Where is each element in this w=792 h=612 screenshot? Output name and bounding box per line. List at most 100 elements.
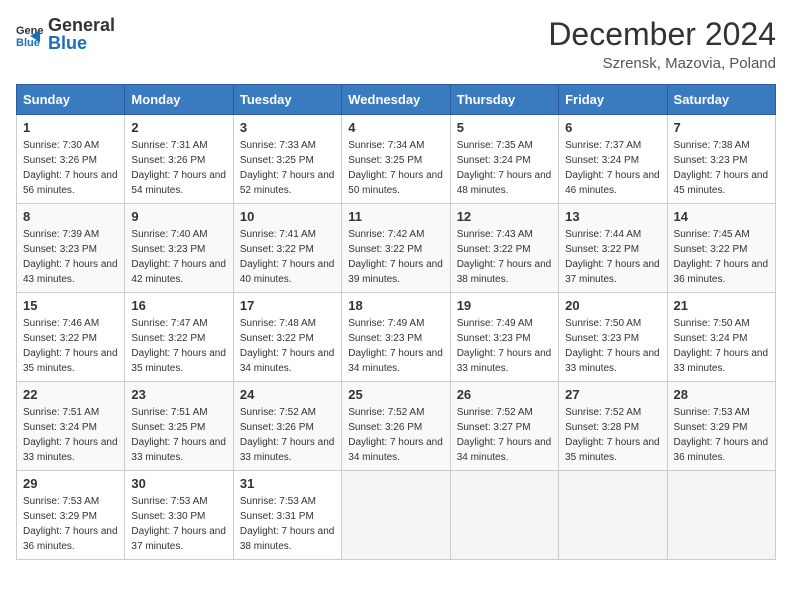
calendar-day-empty: [559, 471, 667, 560]
day-info: Sunrise: 7:44 AMSunset: 3:22 PMDaylight:…: [565, 227, 660, 287]
day-info: Sunrise: 7:53 AMSunset: 3:29 PMDaylight:…: [674, 405, 769, 465]
calendar-table: SundayMondayTuesdayWednesdayThursdayFrid…: [16, 84, 776, 560]
calendar-week-5: 29 Sunrise: 7:53 AMSunset: 3:29 PMDayligh…: [17, 471, 776, 560]
calendar-day-7: 7 Sunrise: 7:38 AMSunset: 3:23 PMDaylight…: [667, 115, 775, 204]
day-info: Sunrise: 7:37 AMSunset: 3:24 PMDaylight:…: [565, 138, 660, 198]
day-info: Sunrise: 7:49 AMSunset: 3:23 PMDaylight:…: [457, 316, 552, 376]
day-number: 26: [457, 387, 552, 402]
location: Szrensk, Mazovia, Poland: [548, 55, 776, 72]
column-header-tuesday: Tuesday: [233, 85, 341, 115]
title-section: December 2024 Szrensk, Mazovia, Poland: [548, 16, 776, 72]
column-header-saturday: Saturday: [667, 85, 775, 115]
calendar-day-30: 30Sunrise: 7:53 AMSunset: 3:30 PMDayligh…: [125, 471, 233, 560]
calendar-day-15: 15Sunrise: 7:46 AMSunset: 3:22 PMDayligh…: [17, 293, 125, 382]
day-number: 27: [565, 387, 660, 402]
day-number: 30: [131, 476, 226, 491]
calendar-week-3: 15Sunrise: 7:46 AMSunset: 3:22 PMDayligh…: [17, 293, 776, 382]
day-number: 25: [348, 387, 443, 402]
day-number: 23: [131, 387, 226, 402]
day-number: 2: [131, 120, 226, 135]
day-info: Sunrise: 7:48 AMSunset: 3:22 PMDaylight:…: [240, 316, 335, 376]
calendar-day-3: 3 Sunrise: 7:33 AMSunset: 3:25 PMDaylight…: [233, 115, 341, 204]
day-info: Sunrise: 7:31 AMSunset: 3:26 PMDaylight:…: [131, 138, 226, 198]
day-number: 19: [457, 298, 552, 313]
calendar-body: 1Sunrise: 7:30 AMSunset: 3:26 PMDaylight…: [17, 115, 776, 560]
calendar-day-21: 21Sunrise: 7:50 AMSunset: 3:24 PMDayligh…: [667, 293, 775, 382]
calendar-day-2: 2 Sunrise: 7:31 AMSunset: 3:26 PMDaylight…: [125, 115, 233, 204]
day-info: Sunrise: 7:52 AMSunset: 3:26 PMDaylight:…: [348, 405, 443, 465]
calendar-day-27: 27 Sunrise: 7:52 AMSunset: 3:28 PMDayligh…: [559, 382, 667, 471]
calendar-week-2: 8 Sunrise: 7:39 AMSunset: 3:23 PMDaylight…: [17, 204, 776, 293]
day-number: 20: [565, 298, 660, 313]
day-info: Sunrise: 7:33 AMSunset: 3:25 PMDaylight:…: [240, 138, 335, 198]
day-number: 14: [674, 209, 769, 224]
calendar-day-24: 24Sunrise: 7:52 AMSunset: 3:26 PMDayligh…: [233, 382, 341, 471]
column-header-monday: Monday: [125, 85, 233, 115]
page-header: General Blue General Blue December 2024 …: [16, 16, 776, 72]
day-number: 12: [457, 209, 552, 224]
calendar-week-1: 1Sunrise: 7:30 AMSunset: 3:26 PMDaylight…: [17, 115, 776, 204]
day-info: Sunrise: 7:51 AMSunset: 3:24 PMDaylight:…: [23, 405, 118, 465]
day-info: Sunrise: 7:52 AMSunset: 3:28 PMDaylight:…: [565, 405, 660, 465]
svg-text:Blue: Blue: [16, 37, 40, 48]
calendar-day-26: 26Sunrise: 7:52 AMSunset: 3:27 PMDayligh…: [450, 382, 558, 471]
day-info: Sunrise: 7:45 AMSunset: 3:22 PMDaylight:…: [674, 227, 769, 287]
calendar-day-14: 14 Sunrise: 7:45 AMSunset: 3:22 PMDayligh…: [667, 204, 775, 293]
calendar-day-12: 12 Sunrise: 7:43 AMSunset: 3:22 PMDayligh…: [450, 204, 558, 293]
calendar-day-empty: [342, 471, 450, 560]
calendar-day-13: 13Sunrise: 7:44 AMSunset: 3:22 PMDayligh…: [559, 204, 667, 293]
day-info: Sunrise: 7:38 AMSunset: 3:23 PMDaylight:…: [674, 138, 769, 198]
day-number: 1: [23, 120, 118, 135]
day-number: 28: [674, 387, 769, 402]
day-info: Sunrise: 7:39 AMSunset: 3:23 PMDaylight:…: [23, 227, 118, 287]
month-title: December 2024: [548, 16, 776, 53]
day-number: 4: [348, 120, 443, 135]
day-number: 3: [240, 120, 335, 135]
day-number: 18: [348, 298, 443, 313]
calendar-day-18: 18 Sunrise: 7:49 AMSunset: 3:23 PMDayligh…: [342, 293, 450, 382]
calendar-day-22: 22 Sunrise: 7:51 AMSunset: 3:24 PMDayligh…: [17, 382, 125, 471]
calendar-day-25: 25 Sunrise: 7:52 AMSunset: 3:26 PMDayligh…: [342, 382, 450, 471]
calendar-header-row: SundayMondayTuesdayWednesdayThursdayFrid…: [17, 85, 776, 115]
calendar-day-9: 9 Sunrise: 7:40 AMSunset: 3:23 PMDaylight…: [125, 204, 233, 293]
day-number: 9: [131, 209, 226, 224]
day-number: 8: [23, 209, 118, 224]
day-number: 16: [131, 298, 226, 313]
calendar-day-11: 11 Sunrise: 7:42 AMSunset: 3:22 PMDayligh…: [342, 204, 450, 293]
day-number: 7: [674, 120, 769, 135]
day-info: Sunrise: 7:53 AMSunset: 3:31 PMDaylight:…: [240, 494, 335, 554]
day-number: 22: [23, 387, 118, 402]
day-number: 29: [23, 476, 118, 491]
day-info: Sunrise: 7:50 AMSunset: 3:23 PMDaylight:…: [565, 316, 660, 376]
calendar-day-23: 23 Sunrise: 7:51 AMSunset: 3:25 PMDayligh…: [125, 382, 233, 471]
day-number: 11: [348, 209, 443, 224]
day-info: Sunrise: 7:35 AMSunset: 3:24 PMDaylight:…: [457, 138, 552, 198]
logo-icon: General Blue: [16, 20, 44, 48]
calendar-day-16: 16Sunrise: 7:47 AMSunset: 3:22 PMDayligh…: [125, 293, 233, 382]
day-info: Sunrise: 7:43 AMSunset: 3:22 PMDaylight:…: [457, 227, 552, 287]
day-number: 6: [565, 120, 660, 135]
day-number: 5: [457, 120, 552, 135]
calendar-week-4: 22 Sunrise: 7:51 AMSunset: 3:24 PMDayligh…: [17, 382, 776, 471]
logo: General Blue General Blue: [16, 16, 115, 52]
calendar-day-28: 28 Sunrise: 7:53 AMSunset: 3:29 PMDayligh…: [667, 382, 775, 471]
day-info: Sunrise: 7:40 AMSunset: 3:23 PMDaylight:…: [131, 227, 226, 287]
calendar-day-31: 31Sunrise: 7:53 AMSunset: 3:31 PMDayligh…: [233, 471, 341, 560]
day-number: 24: [240, 387, 335, 402]
day-info: Sunrise: 7:49 AMSunset: 3:23 PMDaylight:…: [348, 316, 443, 376]
day-info: Sunrise: 7:51 AMSunset: 3:25 PMDaylight:…: [131, 405, 226, 465]
calendar-day-4: 4 Sunrise: 7:34 AMSunset: 3:25 PMDaylight…: [342, 115, 450, 204]
calendar-day-empty: [667, 471, 775, 560]
column-header-wednesday: Wednesday: [342, 85, 450, 115]
calendar-day-10: 10Sunrise: 7:41 AMSunset: 3:22 PMDayligh…: [233, 204, 341, 293]
calendar-day-29: 29 Sunrise: 7:53 AMSunset: 3:29 PMDayligh…: [17, 471, 125, 560]
calendar-day-8: 8 Sunrise: 7:39 AMSunset: 3:23 PMDaylight…: [17, 204, 125, 293]
day-info: Sunrise: 7:42 AMSunset: 3:22 PMDaylight:…: [348, 227, 443, 287]
calendar-day-5: 5 Sunrise: 7:35 AMSunset: 3:24 PMDaylight…: [450, 115, 558, 204]
day-info: Sunrise: 7:53 AMSunset: 3:29 PMDaylight:…: [23, 494, 118, 554]
day-info: Sunrise: 7:34 AMSunset: 3:25 PMDaylight:…: [348, 138, 443, 198]
day-number: 10: [240, 209, 335, 224]
column-header-friday: Friday: [559, 85, 667, 115]
calendar-day-19: 19 Sunrise: 7:49 AMSunset: 3:23 PMDayligh…: [450, 293, 558, 382]
day-info: Sunrise: 7:46 AMSunset: 3:22 PMDaylight:…: [23, 316, 118, 376]
